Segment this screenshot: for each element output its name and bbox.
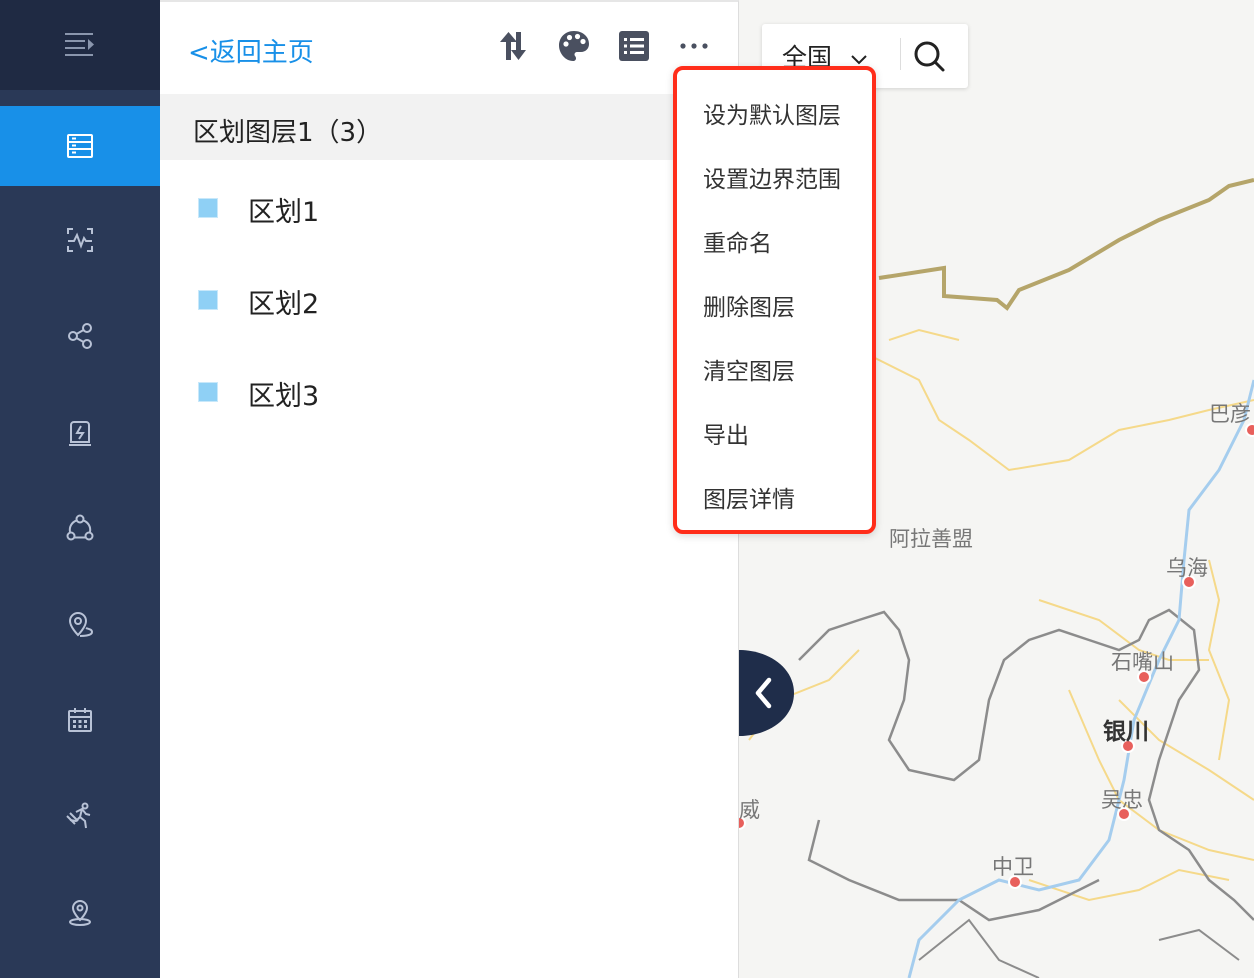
region-label: 区划3 bbox=[248, 381, 320, 412]
sidebar-item-calendar[interactable] bbox=[0, 680, 160, 760]
share-icon bbox=[68, 323, 92, 349]
location-pin-icon bbox=[69, 900, 91, 926]
layer-group-header[interactable]: 区划图层1（3） bbox=[160, 94, 739, 160]
map-label-yinchuan: 银川 bbox=[1103, 719, 1149, 745]
location-route-icon bbox=[68, 612, 94, 637]
collapse-panel-button[interactable] bbox=[739, 650, 795, 736]
layer-options-menu: 设为默认图层 设置边界范围 重命名 删除图层 清空图层 导出 图层详情 bbox=[673, 66, 876, 534]
region-label: 区划1 bbox=[248, 197, 320, 228]
region-color-swatch bbox=[198, 382, 218, 402]
region-label: 区划2 bbox=[248, 289, 320, 320]
layers-icon bbox=[67, 134, 93, 158]
heartbeat-icon bbox=[67, 228, 93, 252]
sort-icon bbox=[500, 32, 526, 60]
chevron-down-icon bbox=[851, 55, 867, 65]
runner-icon bbox=[66, 802, 91, 829]
palette-icon bbox=[559, 31, 589, 61]
menu-item-set-default-layer[interactable]: 设为默认图层 bbox=[703, 96, 841, 130]
sidebar-item-route[interactable] bbox=[0, 584, 160, 664]
region-item[interactable]: 区划2 bbox=[160, 270, 739, 330]
menu-item-delete-layer[interactable]: 删除图层 bbox=[703, 288, 795, 322]
map-label-alashan: 阿拉善盟 bbox=[889, 527, 973, 551]
network-icon bbox=[66, 514, 94, 541]
menu-item-export[interactable]: 导出 bbox=[703, 416, 749, 450]
sidebar-toggle[interactable] bbox=[0, 0, 160, 90]
back-to-home-link[interactable]: <返回主页 bbox=[188, 32, 314, 69]
sidebar-item-layers[interactable] bbox=[0, 106, 160, 186]
sidebar-item-share[interactable] bbox=[0, 296, 160, 376]
map-label-bayan: 巴彦 bbox=[1209, 402, 1251, 426]
map-label-wuhai: 乌海 bbox=[1166, 556, 1208, 580]
sidebar bbox=[0, 0, 160, 978]
search-icon bbox=[914, 41, 945, 72]
region-item[interactable]: 区划1 bbox=[160, 178, 739, 238]
menu-item-clear-layer[interactable]: 清空图层 bbox=[703, 352, 795, 386]
menu-expand-icon bbox=[65, 33, 94, 56]
region-item[interactable]: 区划3 bbox=[160, 362, 739, 422]
sidebar-item-monitor[interactable] bbox=[0, 200, 160, 280]
map-label-shizuishan: 石嘴山 bbox=[1111, 650, 1174, 674]
menu-item-rename[interactable]: 重命名 bbox=[703, 224, 772, 258]
more-options-button[interactable] bbox=[676, 28, 712, 64]
region-color-swatch bbox=[198, 198, 218, 218]
menu-item-layer-details[interactable]: 图层详情 bbox=[703, 480, 795, 514]
map-label-wei: 威 bbox=[739, 798, 760, 822]
region-color-swatch bbox=[198, 290, 218, 310]
layer-group-title: 区划图层1（3） bbox=[193, 118, 383, 148]
sidebar-item-alert[interactable] bbox=[0, 392, 160, 472]
calendar-icon bbox=[68, 708, 92, 732]
map-label-wuzhong: 吴忠 bbox=[1101, 788, 1143, 812]
sort-button[interactable] bbox=[496, 28, 532, 64]
chevron-left-icon bbox=[739, 650, 794, 736]
map-label-zhongwei: 中卫 bbox=[992, 855, 1034, 879]
search-button[interactable] bbox=[910, 36, 950, 76]
style-button[interactable] bbox=[556, 28, 592, 64]
list-icon bbox=[619, 31, 649, 61]
sidebar-item-location[interactable] bbox=[0, 872, 160, 952]
search-divider bbox=[900, 38, 901, 70]
more-icon bbox=[680, 43, 708, 49]
alert-doc-icon bbox=[69, 421, 91, 446]
sidebar-item-runner[interactable] bbox=[0, 776, 160, 856]
list-view-button[interactable] bbox=[616, 28, 652, 64]
menu-item-set-boundary[interactable]: 设置边界范围 bbox=[703, 160, 841, 194]
sidebar-item-network[interactable] bbox=[0, 488, 160, 568]
layer-panel: <返回主页 区划图层1（3） 区划1 区划2 区划3 bbox=[160, 0, 739, 978]
